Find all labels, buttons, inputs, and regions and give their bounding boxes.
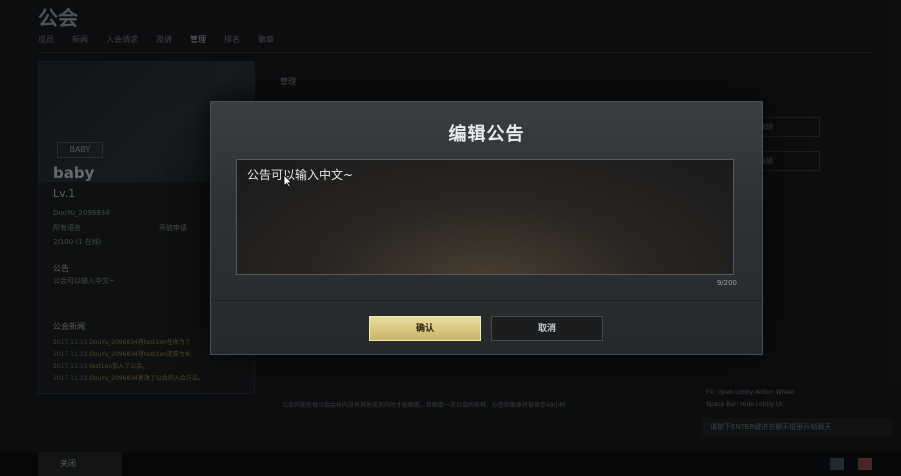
char-counter: 9/200 bbox=[716, 279, 737, 287]
edit-notice-dialog: 编辑公告 公告可以输入中文~ 9/200 确认 取消 bbox=[210, 101, 763, 355]
notice-textarea[interactable]: 公告可以输入中文~ bbox=[236, 159, 734, 275]
cancel-button[interactable]: 取消 bbox=[491, 316, 603, 341]
mouse-cursor-icon bbox=[283, 174, 293, 188]
confirm-button[interactable]: 确认 bbox=[369, 316, 481, 341]
dialog-title: 编辑公告 bbox=[448, 124, 525, 145]
dialog-divider bbox=[211, 300, 762, 301]
